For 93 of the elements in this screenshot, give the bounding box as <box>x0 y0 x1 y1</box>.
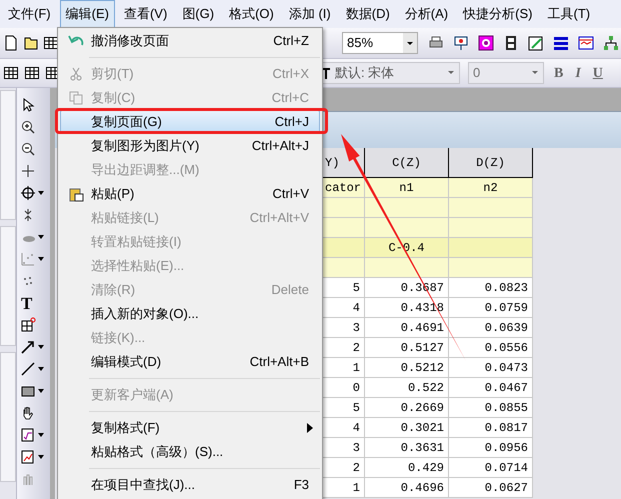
menu-title[interactable]: 图(G) <box>176 0 220 28</box>
table-cell-text: 0.0627 <box>484 480 528 496</box>
menu-item[interactable]: 插入新的对象(O)... <box>60 302 320 326</box>
format-button[interactable]: I <box>575 62 581 84</box>
table-cell-text: 0.3631 <box>400 440 444 456</box>
scissors-icon <box>68 66 84 82</box>
menu-title[interactable]: 查看(V) <box>118 0 174 28</box>
menu-title[interactable]: 编辑(E) <box>60 0 115 28</box>
arrow-icon[interactable] <box>20 339 36 355</box>
grid-icon[interactable] <box>43 35 59 51</box>
table-cell-text: 2 <box>352 460 360 476</box>
pencil-icon[interactable] <box>528 35 544 51</box>
menu-title[interactable]: 文件(F) <box>2 0 57 28</box>
table-cell-text: 4 <box>352 300 360 316</box>
text-tool[interactable]: T <box>21 294 32 312</box>
caret-icon <box>403 33 417 53</box>
menu-item[interactable]: 粘贴格式（高级）(S)... <box>60 440 320 464</box>
caret-icon[interactable] <box>38 257 44 261</box>
caret-icon[interactable] <box>38 345 44 349</box>
line-icon[interactable] <box>20 361 36 377</box>
font-icon <box>321 67 331 79</box>
table-cell-text: 5 <box>352 400 360 416</box>
caret-icon <box>446 70 456 76</box>
table-cell-text: 0.429 <box>408 460 444 476</box>
target-icon[interactable] <box>20 185 36 201</box>
layers-icon[interactable] <box>553 35 569 51</box>
menu-item[interactable]: 在项目中查找(J)... F3 <box>60 473 320 497</box>
menu-item[interactable]: 复制格式(F) <box>60 416 320 440</box>
table-cell-text: 2 <box>352 340 360 356</box>
tree-icon[interactable] <box>603 35 619 51</box>
zoom-in-icon[interactable] <box>20 119 36 135</box>
menu-item[interactable]: 粘贴(P) Ctrl+V <box>60 182 320 206</box>
presentation-icon[interactable] <box>453 35 469 51</box>
zoom-dropdown[interactable]: 85% <box>342 32 418 54</box>
table-cell-text: 0.5212 <box>400 360 444 376</box>
table-cell-text: 0.0473 <box>484 360 528 376</box>
label-cell-text: cator <box>325 180 362 196</box>
table-cell-text: 5 <box>352 280 360 296</box>
menu-item[interactable]: 编辑模式(D) Ctrl+Alt+B <box>60 350 320 374</box>
table-cell-text: 0.0639 <box>484 320 528 336</box>
menu-title[interactable]: 快捷分析(S) <box>457 0 538 28</box>
table-cell-text: 0.0817 <box>484 420 528 436</box>
folder-icon[interactable] <box>23 35 39 51</box>
menu-title[interactable]: 分析(A) <box>398 0 454 28</box>
menu-title[interactable]: 数据(D) <box>340 0 396 28</box>
table-cell-text: 0.522 <box>408 380 444 396</box>
window-icon[interactable] <box>578 35 594 51</box>
format-button[interactable]: U <box>592 62 603 84</box>
table-cell-text: 0.0823 <box>484 280 528 296</box>
layout-icon[interactable] <box>20 317 36 333</box>
menu-title[interactable]: 添加 (I) <box>282 0 337 28</box>
caret-icon[interactable] <box>38 455 44 459</box>
caret-icon[interactable] <box>38 389 44 393</box>
format-button[interactable]: B <box>554 62 564 84</box>
caret-icon[interactable] <box>38 191 44 195</box>
table-cell-text: 0 <box>352 380 360 396</box>
menu-item[interactable]: 撤消修改页面 Ctrl+Z <box>60 29 320 53</box>
table-cell-text: 0.0759 <box>484 300 528 316</box>
table-cell-text: 0.3021 <box>400 420 444 436</box>
document-icon[interactable] <box>3 35 19 51</box>
table-cell-text: 0.4691 <box>400 320 444 336</box>
menu-title[interactable]: 格式(O) <box>223 0 280 28</box>
table-cell-text: 0.4696 <box>400 480 444 496</box>
caret-icon[interactable] <box>38 433 44 437</box>
film-icon[interactable] <box>503 35 519 51</box>
table-cell-text: 0.0556 <box>484 340 528 356</box>
clipboard-icon <box>68 186 84 202</box>
import-icon[interactable] <box>3 65 19 81</box>
table-cell-text: 0.0467 <box>484 380 528 396</box>
caret-icon[interactable] <box>38 367 44 371</box>
crosshair-icon[interactable] <box>20 163 36 179</box>
table-cell-text: 0.2669 <box>400 400 444 416</box>
table-cell-text: 0.0855 <box>484 400 528 416</box>
copy-icon <box>68 90 84 106</box>
menu-title[interactable]: 工具(T) <box>541 0 596 28</box>
table-cell-text: 0.0956 <box>484 440 528 456</box>
table-cell-text: 1 <box>352 360 360 376</box>
label-cell-text: n2 <box>483 180 498 196</box>
caret-icon[interactable] <box>38 235 44 239</box>
table-cell-text: 1 <box>352 480 360 496</box>
column-header[interactable]: D(Z) <box>449 148 533 177</box>
label-cell-text: n1 <box>399 180 414 196</box>
table-cell-text: 3 <box>352 320 360 336</box>
numbered-grid-icon[interactable] <box>24 65 40 81</box>
table-cell-text: 0.0714 <box>484 460 528 476</box>
table-cell-text: 4 <box>352 420 360 436</box>
table-cell-text: 0.5127 <box>400 340 444 356</box>
caret-icon <box>530 70 540 76</box>
zoom-out-icon[interactable] <box>20 141 36 157</box>
formula-icon[interactable] <box>20 427 36 443</box>
font-size-dropdown[interactable]: 0 <box>468 62 544 84</box>
chart-icon[interactable] <box>20 449 36 465</box>
table-cell-text: 3 <box>352 440 360 456</box>
